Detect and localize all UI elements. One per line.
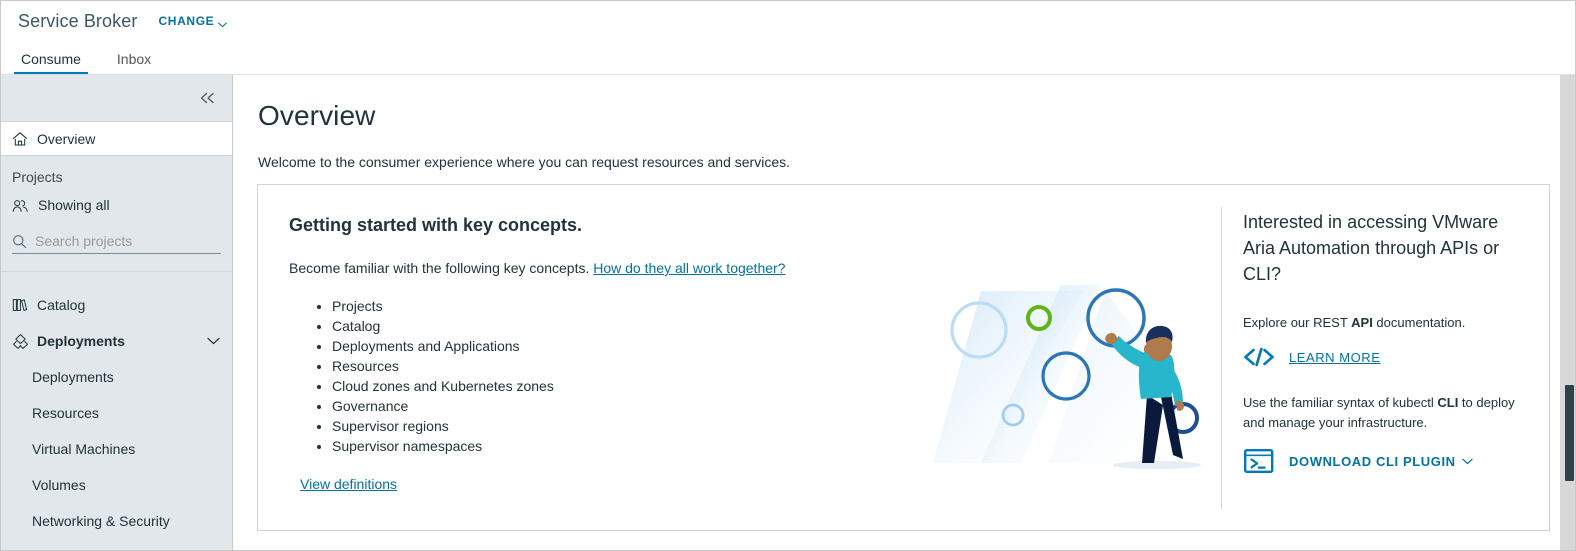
list-item: Projects — [332, 296, 1221, 316]
sidebar-projects-heading: Projects — [12, 169, 63, 185]
page-title: Overview — [258, 100, 376, 131]
key-concepts-list: Projects Catalog Deployments and Applica… — [308, 296, 1221, 456]
sidebar-item-virtual-machines[interactable]: Virtual Machines — [1, 431, 232, 467]
tab-consume[interactable]: Consume — [14, 51, 88, 75]
learn-more-label: LEARN MORE — [1289, 349, 1381, 365]
sidebar-item-networking-security[interactable]: Networking & Security — [1, 503, 232, 539]
getting-started-card: Getting started with key concepts. Becom… — [257, 184, 1550, 531]
list-item: Deployments and Applications — [332, 336, 1221, 356]
list-item: Supervisor regions — [332, 416, 1221, 436]
sidebar-item-volumes[interactable]: Volumes — [1, 467, 232, 503]
api-description-bold: API — [1351, 315, 1373, 330]
card-left-panel: Getting started with key concepts. Becom… — [258, 185, 1221, 530]
app-header: Service Broker CHANGE Consume Inbox — [1, 1, 1575, 75]
list-item: Governance — [332, 396, 1221, 416]
list-item: Resources — [332, 356, 1221, 376]
list-item: Catalog — [332, 316, 1221, 336]
sidebar-search-row — [12, 233, 221, 254]
users-group-icon — [12, 198, 29, 213]
card-vertical-divider — [1221, 207, 1222, 510]
tab-inbox[interactable]: Inbox — [114, 51, 154, 75]
sidebar-item-deployments[interactable]: Deployments — [1, 359, 232, 395]
sidebar-nav: Catalog Deployments Deployments Resource… — [1, 272, 232, 539]
app-title: Service Broker — [18, 10, 138, 31]
page-scrollbar-track[interactable] — [1560, 75, 1575, 550]
sidebar-group-deployments[interactable]: Deployments — [1, 323, 232, 359]
collapse-sidebar-icon[interactable] — [199, 92, 217, 104]
sidebar-catalog-label: Catalog — [37, 297, 86, 313]
api-description-before: Explore our REST — [1243, 315, 1352, 330]
view-definitions-link[interactable]: View definitions — [300, 476, 397, 492]
page-scrollbar-thumb[interactable] — [1565, 385, 1574, 481]
card-right-panel: Interested in accessing VMware Aria Auto… — [1243, 185, 1543, 530]
cli-description-before: Use the familiar syntax of kubectl — [1243, 395, 1438, 410]
terminal-icon — [1243, 447, 1275, 475]
search-icon — [12, 234, 27, 249]
page-welcome-text: Welcome to the consumer experience where… — [258, 154, 791, 170]
cli-description: Use the familiar syntax of kubectl CLI t… — [1243, 393, 1523, 433]
chevron-down-icon[interactable] — [207, 337, 220, 345]
sidebar-item-resources[interactable]: Resources — [1, 395, 232, 431]
cli-description-bold: CLI — [1437, 395, 1459, 410]
sidebar-showing-all-label: Showing all — [38, 197, 110, 213]
api-cli-heading: Interested in accessing VMware Aria Auto… — [1243, 212, 1500, 284]
change-label: CHANGE — [158, 14, 215, 28]
service-broker-window: Service Broker CHANGE Consume Inbox Over… — [0, 0, 1576, 551]
api-description-after: documentation. — [1372, 315, 1466, 330]
list-item: Cloud zones and Kubernetes zones — [332, 376, 1221, 396]
sidebar-item-overview[interactable]: Overview — [1, 122, 232, 156]
header-tabs: Consume Inbox — [1, 41, 1575, 75]
list-item: Supervisor namespaces — [332, 436, 1221, 456]
sidebar-collapse-row — [1, 75, 232, 122]
download-cli-plugin-label: DOWNLOAD CLI PLUGIN — [1289, 453, 1456, 469]
main-content: Overview Welcome to the consumer experie… — [234, 75, 1575, 550]
download-cli-plugin-button[interactable]: DOWNLOAD CLI PLUGIN — [1243, 447, 1543, 475]
deployments-icon — [12, 333, 28, 349]
learn-more-button[interactable]: LEARN MORE — [1243, 347, 1543, 367]
chevron-down-icon[interactable] — [1462, 458, 1473, 465]
change-service-button[interactable]: CHANGE — [158, 14, 228, 28]
catalog-icon — [12, 297, 28, 313]
header-title-row: Service Broker CHANGE — [1, 1, 1575, 41]
card-heading: Getting started with key concepts. — [289, 215, 583, 235]
left-sidebar: Overview Projects Showing all Search pro… — [1, 75, 233, 550]
card-subtitle: Become familiar with the following key c… — [289, 260, 1221, 276]
api-description: Explore our REST API documentation. — [1243, 313, 1523, 333]
search-projects-input[interactable] — [35, 233, 221, 249]
how-do-they-work-link[interactable]: How do they all work together? — [593, 260, 785, 276]
sidebar-deployments-label: Deployments — [37, 333, 125, 349]
card-subtitle-text: Become familiar with the following key c… — [289, 260, 594, 276]
sidebar-projects-block: Projects Showing all — [1, 156, 232, 272]
sidebar-item-catalog[interactable]: Catalog — [1, 287, 232, 323]
sidebar-overview-label: Overview — [37, 130, 96, 147]
code-brackets-icon — [1243, 347, 1275, 367]
home-icon — [12, 131, 28, 147]
sidebar-project-selector[interactable]: Showing all — [1, 197, 232, 213]
